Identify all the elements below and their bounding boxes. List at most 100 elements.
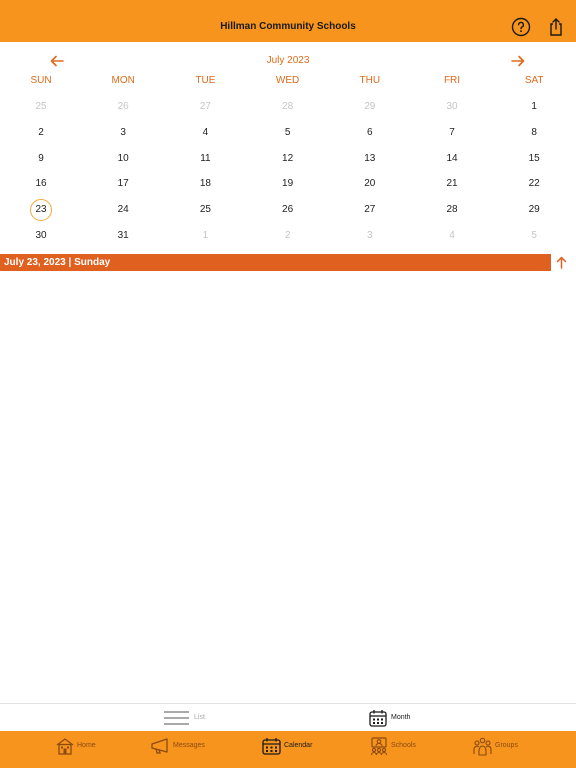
help-icon[interactable]	[511, 17, 531, 37]
day-number: 5	[531, 230, 537, 241]
day-cell[interactable]: 5	[493, 225, 575, 247]
day-cell[interactable]: 14	[411, 148, 493, 170]
day-cell[interactable]: 28	[247, 96, 329, 118]
tab-groups-label: Groups	[495, 742, 518, 749]
tab-messages-label: Messages	[173, 742, 205, 749]
collapse-arrow-up-icon[interactable]	[554, 255, 569, 270]
day-cell[interactable]: 20	[329, 173, 411, 195]
weekday-label: THU	[359, 75, 381, 86]
day-cell[interactable]: 25	[0, 96, 82, 118]
day-number: 23	[30, 199, 52, 222]
day-number: 1	[202, 230, 209, 241]
day-cell[interactable]: 9	[0, 148, 82, 170]
app-title: Hillman Community Schools	[220, 21, 356, 32]
day-number: 27	[364, 204, 376, 216]
tab-calendar[interactable]: Calendar	[262, 737, 322, 761]
day-cell[interactable]: 24	[82, 199, 164, 221]
day-cell[interactable]: 26	[247, 199, 329, 221]
day-cell[interactable]: 3	[82, 122, 164, 144]
day-cell[interactable]: 8	[493, 122, 575, 144]
day-cell[interactable]: 18	[164, 173, 246, 195]
day-cell[interactable]: 19	[247, 173, 329, 195]
day-cell[interactable]: 7	[411, 122, 493, 144]
day-cell[interactable]: 27	[329, 199, 411, 221]
day-cell[interactable]: 3	[329, 225, 411, 247]
day-cell[interactable]: 30	[411, 96, 493, 118]
day-cell[interactable]: 29	[493, 199, 575, 221]
day-number: 21	[446, 178, 458, 190]
day-cell[interactable]: 1	[164, 225, 246, 247]
day-cell[interactable]: 22	[493, 173, 575, 195]
month-calendar-icon	[369, 710, 387, 727]
day-number: 1	[531, 101, 537, 112]
list-view-label: List	[194, 714, 205, 721]
day-cell[interactable]: 6	[329, 122, 411, 144]
day-number: 4	[202, 126, 209, 138]
weekday-label: MON	[111, 75, 135, 86]
weekday-label: TUE	[195, 75, 216, 86]
day-cell[interactable]: 17	[82, 173, 164, 195]
day-cell[interactable]: 15	[493, 148, 575, 170]
day-number: 19	[282, 178, 294, 190]
day-number: 25	[35, 101, 47, 112]
day-cell[interactable]: 28	[411, 199, 493, 221]
day-number: 9	[38, 152, 44, 164]
day-cell[interactable]: 12	[247, 148, 329, 170]
day-cell[interactable]: 30	[0, 225, 82, 247]
day-number: 4	[449, 230, 455, 241]
day-cell[interactable]: 27	[164, 96, 246, 118]
tab-messages[interactable]: Messages	[151, 737, 216, 761]
day-cell[interactable]: 2	[247, 225, 329, 247]
selected-date-bar: July 23, 2023 | Sunday	[0, 254, 551, 271]
weekday-header-row: SUN MON TUE WED THU FRI SAT	[0, 75, 576, 89]
share-icon[interactable]	[548, 17, 564, 37]
day-cell[interactable]: 2	[0, 122, 82, 144]
calendar-icon	[262, 738, 281, 755]
list-icon	[164, 711, 189, 725]
day-cell[interactable]: 16	[0, 173, 82, 195]
day-cell[interactable]: 21	[411, 173, 493, 195]
day-number: 7	[449, 126, 455, 138]
day-number: 2	[38, 126, 44, 138]
day-number: 31	[117, 230, 129, 241]
next-month-arrow-icon[interactable]	[510, 53, 526, 69]
list-view-button[interactable]: List	[164, 709, 224, 727]
school-house-icon	[56, 738, 74, 755]
tab-schools-label: Schools	[391, 742, 416, 749]
day-cell[interactable]: 13	[329, 148, 411, 170]
day-cell[interactable]: 5	[247, 122, 329, 144]
day-cell[interactable]: 31	[82, 225, 164, 247]
megaphone-icon	[151, 738, 168, 754]
day-number: 26	[117, 101, 129, 112]
day-number: 29	[528, 204, 540, 216]
day-number: 24	[117, 204, 129, 216]
day-number: 15	[528, 152, 540, 164]
day-cell[interactable]: 10	[82, 148, 164, 170]
day-number: 30	[446, 101, 458, 112]
month-view-button[interactable]: Month	[369, 709, 429, 727]
tab-home-label: Home	[77, 742, 96, 749]
day-number: 27	[199, 101, 211, 112]
groups-icon	[473, 737, 492, 756]
tab-schools[interactable]: Schools	[370, 737, 430, 761]
day-cell[interactable]: 11	[164, 148, 246, 170]
day-cell[interactable]: 4	[411, 225, 493, 247]
day-number: 3	[120, 126, 126, 138]
day-cell[interactable]: 26	[82, 96, 164, 118]
day-number: 14	[446, 152, 458, 164]
tab-home[interactable]: Home	[56, 737, 116, 761]
selected-day-cell[interactable]: 23	[0, 199, 82, 222]
weekday-label: SUN	[30, 75, 52, 86]
tab-groups[interactable]: Groups	[473, 737, 533, 761]
day-number: 22	[528, 178, 540, 190]
day-cell[interactable]: 25	[164, 199, 246, 221]
day-cell[interactable]: 29	[329, 96, 411, 118]
day-cell[interactable]: 1	[493, 96, 575, 118]
day-cell[interactable]: 4	[164, 122, 246, 144]
day-number: 17	[117, 178, 129, 190]
day-number: 2	[284, 230, 291, 241]
weekday-label: SAT	[524, 75, 544, 86]
day-number: 18	[199, 178, 211, 190]
day-number: 6	[367, 126, 373, 138]
tab-calendar-label: Calendar	[284, 742, 313, 749]
